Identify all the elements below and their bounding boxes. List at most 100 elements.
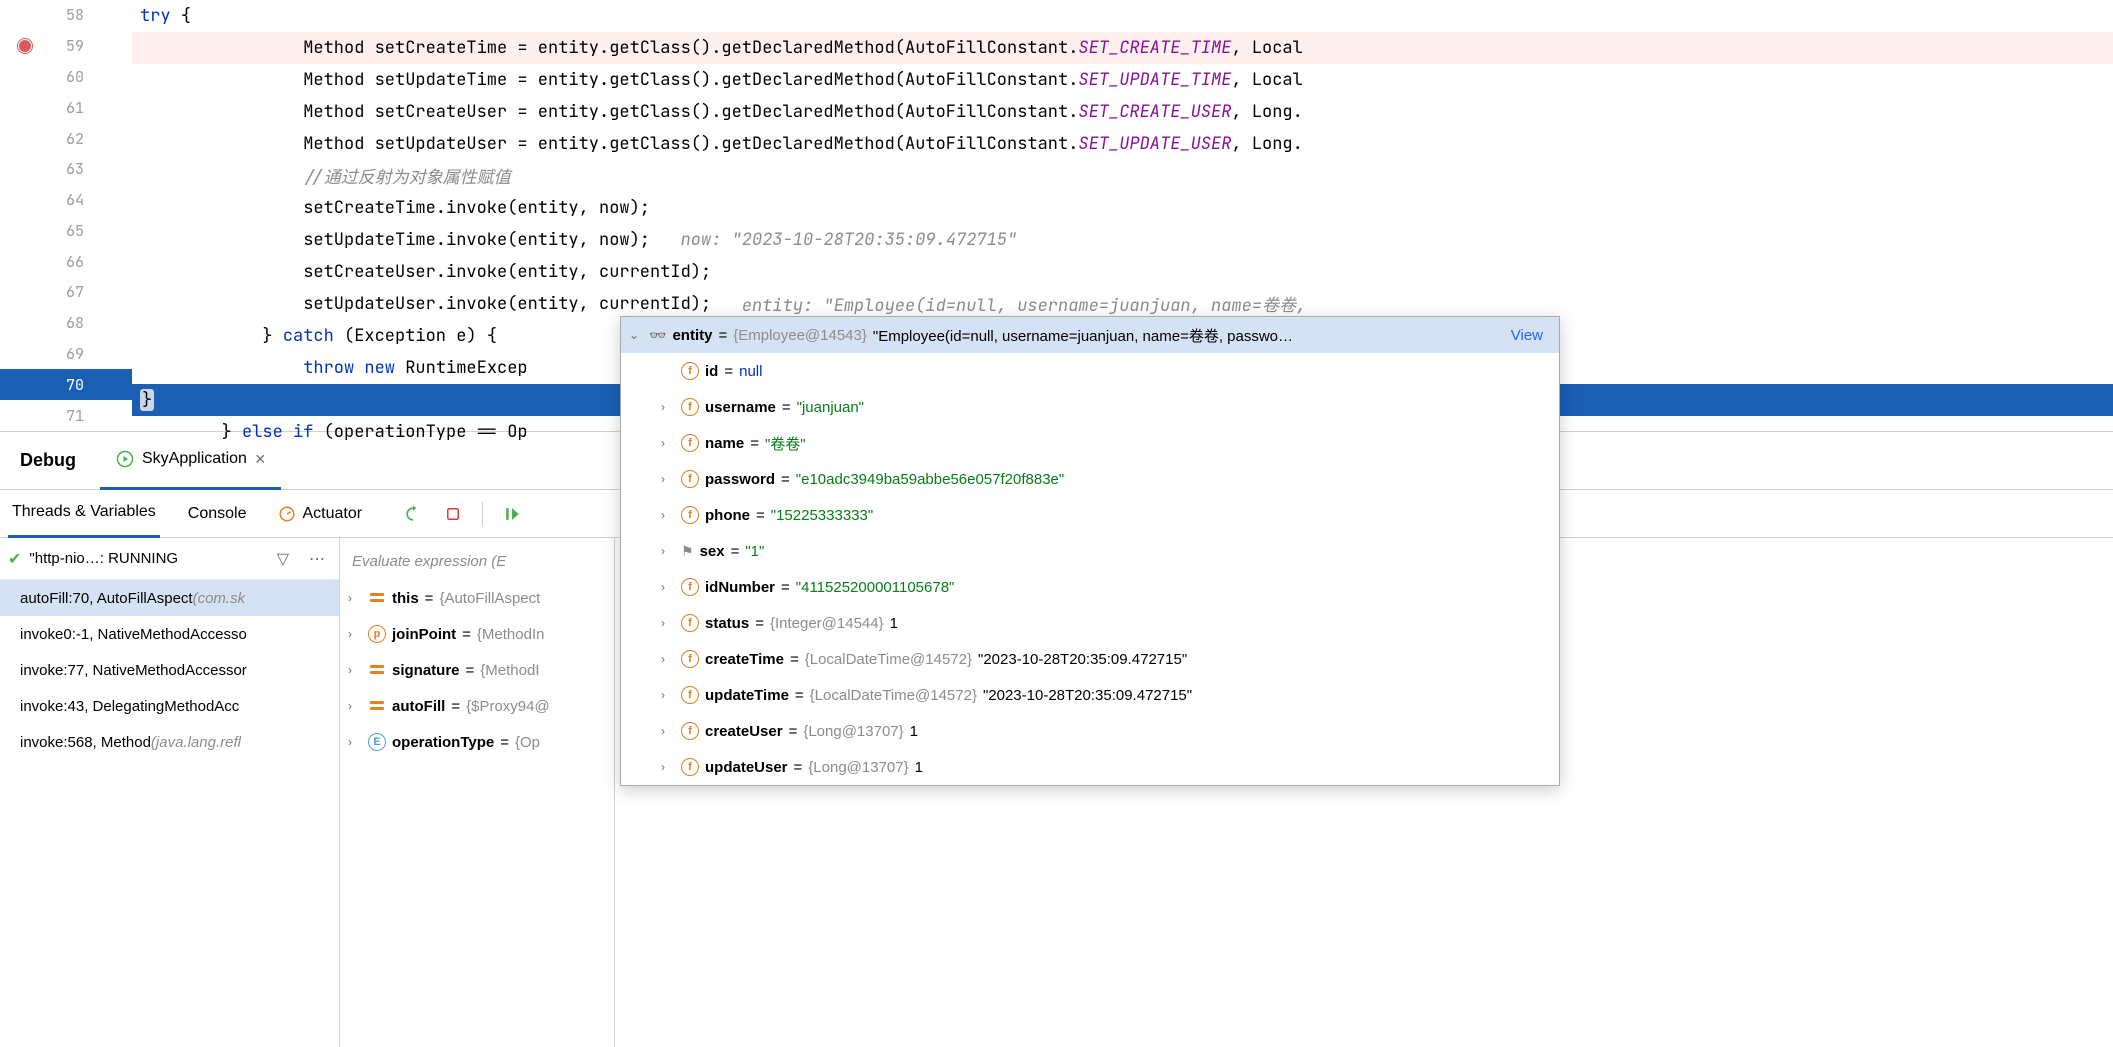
chevron-icon[interactable]: ›: [348, 627, 362, 641]
resume-button[interactable]: [501, 503, 523, 525]
chevron-icon[interactable]: ›: [348, 663, 362, 677]
object-icon: [368, 699, 386, 713]
field-icon: f: [681, 506, 699, 524]
inspect-header[interactable]: ⌄ 👓 entity = {Employee@14543} "Employee(…: [621, 317, 1559, 353]
code-line: setCreateTime.invoke(entity, now);: [132, 192, 2113, 224]
chevron-icon[interactable]: ›: [348, 591, 362, 605]
frames-column: ✔ "http-nio…: RUNNING ▽ ⋯ autoFill:70, A…: [0, 538, 340, 1047]
inspect-field-row[interactable]: fid = null: [621, 353, 1559, 389]
gutter-line[interactable]: 66: [0, 246, 132, 277]
inspect-field-row[interactable]: ›fidNumber = "411525200001105678": [621, 569, 1559, 605]
variable-row[interactable]: ›pjoinPoint = {MethodIn: [340, 616, 614, 652]
stack-frame[interactable]: autoFill:70, AutoFillAspect (com.sk: [0, 580, 339, 616]
variable-row[interactable]: ›autoFill = {$Proxy94@: [340, 688, 614, 724]
chevron-icon[interactable]: ›: [661, 580, 675, 594]
run-config-icon: [116, 450, 134, 468]
gutter-line[interactable]: 62: [0, 123, 132, 154]
inspect-field-row[interactable]: ›fpassword = "e10adc3949ba59abbe56e057f2…: [621, 461, 1559, 497]
stop-button[interactable]: [442, 503, 464, 525]
stack-frame[interactable]: invoke:568, Method (java.lang.refl: [0, 724, 339, 760]
chevron-icon[interactable]: ›: [661, 400, 675, 414]
code-line: setCreateUser.invoke(entity, currentId);: [132, 256, 2113, 288]
inspect-field-row[interactable]: ›fname = "卷卷": [621, 425, 1559, 461]
inspect-field-row[interactable]: ›fcreateUser = {Long@13707} 1: [621, 713, 1559, 749]
gutter-line[interactable]: 69: [0, 339, 132, 370]
chevron-icon[interactable]: ›: [661, 508, 675, 522]
inspect-field-row[interactable]: ›⚑sex = "1": [621, 533, 1559, 569]
field-icon: f: [681, 578, 699, 596]
check-icon: ✔: [8, 549, 21, 569]
field-icon: f: [681, 758, 699, 776]
gutter-line[interactable]: 61: [0, 92, 132, 123]
inspect-field-row[interactable]: ›fusername = "juanjuan": [621, 389, 1559, 425]
flag-icon: ⚑: [681, 543, 694, 560]
gutter: 58 59 60 61 62 63 64 65 66 67 68 69 70 7…: [0, 0, 132, 431]
field-icon: f: [681, 614, 699, 632]
inspect-field-row[interactable]: ›fphone = "15225333333": [621, 497, 1559, 533]
chevron-icon[interactable]: ›: [661, 436, 675, 450]
code-line: Method setUpdateTime = entity.getClass()…: [132, 64, 2113, 96]
stack-frame[interactable]: invoke0:-1, NativeMethodAccesso: [0, 616, 339, 652]
debug-title: Debug: [8, 450, 88, 471]
gutter-line[interactable]: 60: [0, 62, 132, 93]
gutter-line[interactable]: 68: [0, 308, 132, 339]
tab-threads-variables[interactable]: Threads & Variables: [8, 490, 160, 538]
field-icon: f: [681, 434, 699, 452]
field-icon: f: [681, 470, 699, 488]
code-line: Method setCreateUser = entity.getClass()…: [132, 96, 2113, 128]
variable-row[interactable]: ›signature = {MethodI: [340, 652, 614, 688]
tab-console[interactable]: Console: [184, 505, 251, 523]
inspect-field-row[interactable]: ›fstatus = {Integer@14544} 1: [621, 605, 1559, 641]
gutter-line[interactable]: 64: [0, 185, 132, 216]
inspect-field-row[interactable]: ›fcreateTime = {LocalDateTime@14572} "20…: [621, 641, 1559, 677]
actuator-icon: [278, 505, 296, 523]
gutter-line[interactable]: 58: [0, 0, 132, 31]
chevron-icon[interactable]: ›: [661, 652, 675, 666]
field-icon: f: [681, 398, 699, 416]
inspect-field-row[interactable]: ›fupdateTime = {LocalDateTime@14572} "20…: [621, 677, 1559, 713]
object-icon: [368, 591, 386, 605]
field-icon: f: [681, 650, 699, 668]
chevron-icon[interactable]: ›: [661, 544, 675, 558]
filter-icon[interactable]: ▽: [271, 549, 295, 569]
code-line: try {: [132, 0, 2113, 32]
stack-frame[interactable]: invoke:77, NativeMethodAccessor: [0, 652, 339, 688]
gutter-line[interactable]: 67: [0, 277, 132, 308]
enum-icon: E: [368, 733, 386, 751]
inspect-field-row[interactable]: ›fupdateUser = {Long@13707} 1: [621, 749, 1559, 785]
chevron-icon[interactable]: ›: [661, 616, 675, 630]
gutter-line[interactable]: 59: [0, 31, 132, 62]
gutter-line[interactable]: 63: [0, 154, 132, 185]
chevron-icon[interactable]: ›: [661, 688, 675, 702]
rerun-button[interactable]: [402, 503, 424, 525]
view-link[interactable]: View: [1511, 327, 1551, 344]
evaluate-input[interactable]: Evaluate expression (E: [340, 542, 614, 580]
variable-row[interactable]: ›this = {AutoFillAspect: [340, 580, 614, 616]
chevron-icon[interactable]: ›: [661, 472, 675, 486]
code-line: Method setCreateTime = entity.getClass()…: [132, 32, 2113, 64]
more-icon[interactable]: ⋯: [303, 549, 331, 569]
gutter-line[interactable]: 65: [0, 215, 132, 246]
chevron-icon[interactable]: ›: [348, 699, 362, 713]
chevron-icon[interactable]: ›: [661, 724, 675, 738]
breakpoint-icon[interactable]: [18, 39, 32, 53]
code-line: //通过反射为对象属性赋值: [132, 160, 2113, 192]
thread-status[interactable]: "http-nio…: RUNNING: [29, 550, 262, 567]
gutter-line[interactable]: 71: [0, 400, 132, 431]
code-line: setUpdateTime.invoke(entity, now); now: …: [132, 224, 2113, 256]
tab-actuator[interactable]: Actuator: [274, 505, 366, 523]
gutter-line-active[interactable]: 70: [0, 369, 132, 400]
variable-inspect-popup: ⌄ 👓 entity = {Employee@14543} "Employee(…: [620, 316, 1560, 786]
variables-column: Evaluate expression (E ›this = {AutoFill…: [340, 538, 615, 1047]
chevron-icon[interactable]: ›: [348, 735, 362, 749]
field-icon: f: [681, 362, 699, 380]
object-icon: [368, 663, 386, 677]
stack-frame[interactable]: invoke:43, DelegatingMethodAcc: [0, 688, 339, 724]
param-icon: p: [368, 625, 386, 643]
code-line: Method setUpdateUser = entity.getClass()…: [132, 128, 2113, 160]
frames-header: ✔ "http-nio…: RUNNING ▽ ⋯: [0, 538, 339, 580]
close-tab-icon[interactable]: ×: [255, 449, 266, 470]
chevron-down-icon[interactable]: ⌄: [629, 328, 643, 342]
variable-row[interactable]: ›EoperationType = {Op: [340, 724, 614, 760]
chevron-icon[interactable]: ›: [661, 760, 675, 774]
